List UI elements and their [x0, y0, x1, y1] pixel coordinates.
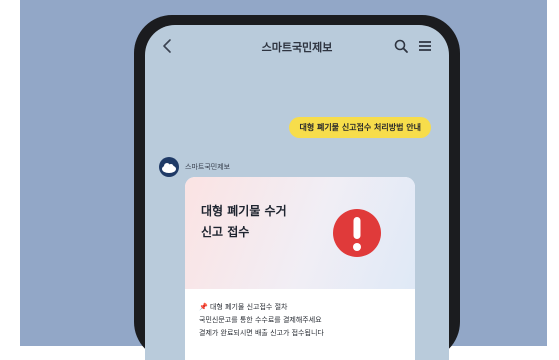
chat-header: 스마트국민제보	[145, 25, 449, 69]
sender-name: 스마트국민제보	[185, 163, 231, 171]
bot-avatar[interactable]	[159, 157, 179, 177]
card-body-line: 📌 대형 폐기물 신고접수 절차	[199, 303, 288, 311]
card-header-area: 대형 폐기물 수거 신고 접수	[185, 177, 415, 289]
outgoing-message-bubble[interactable]: 대형 폐기물 신고접수 처리방법 안내	[289, 117, 431, 138]
search-icon[interactable]	[393, 38, 409, 54]
notice-card[interactable]: 대형 폐기물 수거 신고 접수 📌 대형 폐기물 신고접수 절차 국민신문고를 …	[185, 177, 415, 360]
exclamation-alert-icon	[333, 209, 381, 257]
phone-frame: 스마트국민제보 대형 폐기물 신고접수 처리방법 안내 스마트국민제보 대형 폐…	[134, 15, 460, 360]
chat-screen: 스마트국민제보 대형 폐기물 신고접수 처리방법 안내 스마트국민제보 대형 폐…	[145, 25, 449, 360]
hamburger-menu-icon[interactable]	[417, 38, 433, 54]
cloud-icon	[162, 163, 176, 173]
card-title-line2: 신고 접수	[201, 225, 250, 239]
card-body-line: 국민신문고를 통한 수수료를 결제해주세요	[199, 316, 322, 324]
card-title: 대형 폐기물 수거 신고 접수	[201, 201, 331, 243]
card-body-line: 결제가 완료되시면 배출 신고가 접수됩니다	[199, 329, 324, 337]
card-body: 📌 대형 폐기물 신고접수 절차 국민신문고를 통한 수수료를 결제해주세요 결…	[199, 301, 404, 340]
card-title-line1: 대형 폐기물 수거	[201, 204, 287, 218]
